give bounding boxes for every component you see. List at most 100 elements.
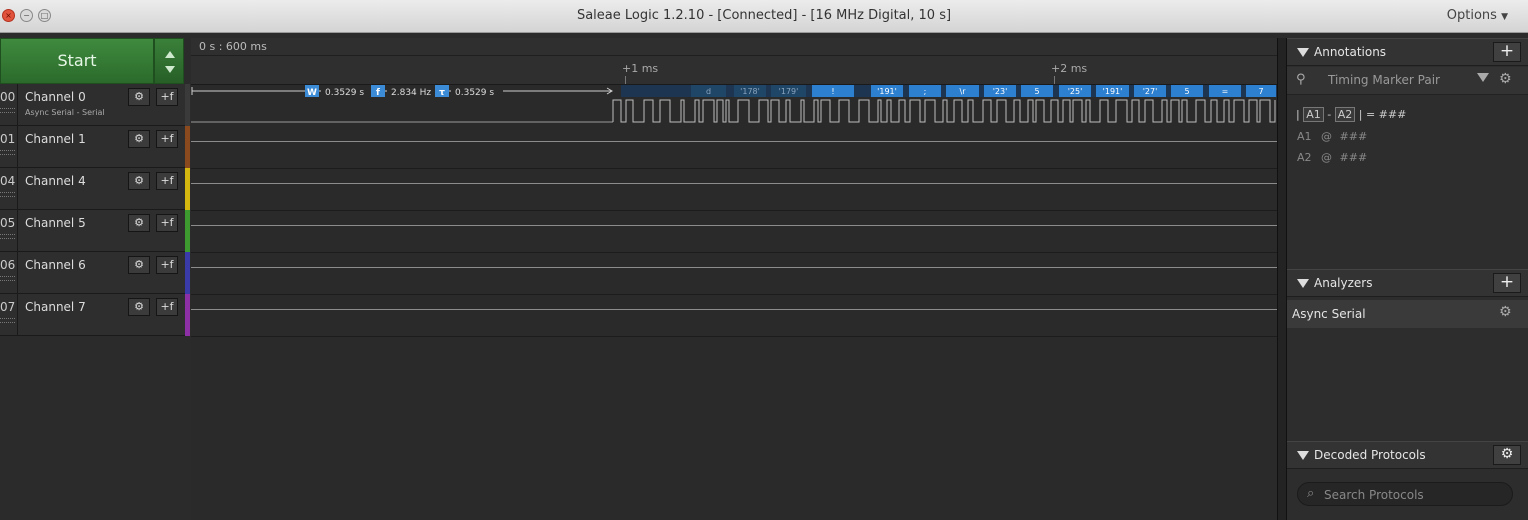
marker-a1-label: A1 [1297,130,1312,143]
panel-splitter[interactable] [1277,38,1287,520]
decoded-byte-label: '191' [877,87,897,96]
decoded-byte-label: '179' [779,87,799,96]
channel-row-6[interactable]: 06 Channel 6 ⚙ +f [0,252,185,294]
decoded-byte-label: '178' [740,87,760,96]
drag-handle-icon[interactable] [0,192,15,197]
channel-name[interactable]: Channel 7 [25,300,86,314]
start-button[interactable]: Start [0,38,154,84]
marker-a2-value: ### [1339,151,1368,164]
marker-pin-icon: ⚲ [1296,72,1306,87]
annotation-formula: | A1 - A2 | = ### [1296,107,1407,122]
analyzer-settings-icon[interactable]: ⚙ [1499,304,1512,320]
search-protocols-input[interactable]: Search Protocols [1324,488,1424,502]
channel-row-0[interactable]: 00 Channel 0 Async Serial - Serial ⚙ +f [0,84,185,126]
trigger-button[interactable]: +f [156,214,178,232]
decoded-byte-label: 5 [1034,87,1039,96]
channel-6-waveform[interactable] [191,253,1277,295]
channel-color-5 [185,210,190,252]
channel-settings-button[interactable]: ⚙ [128,256,150,274]
decoded-protocols-title: Decoded Protocols [1314,448,1426,462]
timing-marker-pair-label: Timing Marker Pair [1328,73,1440,87]
drag-handle-icon[interactable] [0,318,15,323]
formula-result: | = ### [1358,108,1407,121]
channel-4-waveform[interactable] [191,169,1277,211]
decoded-byte-label: '25' [1068,87,1083,96]
channel-settings-button[interactable]: ⚙ [128,88,150,106]
marker-settings-icon[interactable]: ⚙ [1499,71,1512,87]
channel-number: 05 [0,216,16,230]
channel-name[interactable]: Channel 6 [25,258,86,272]
marker-a1-value: ### [1339,130,1368,143]
channel-name[interactable]: Channel 1 [25,132,86,146]
start-options-button[interactable] [154,38,184,84]
channel-color-0 [185,84,190,126]
marker-a2-chip[interactable]: A2 [1334,107,1356,122]
drag-handle-icon[interactable] [0,150,15,155]
arrow-down-icon [165,66,175,73]
channel-name[interactable]: Channel 4 [25,174,86,188]
search-icon: ⌕ [1307,486,1315,501]
trigger-button[interactable]: +f [156,88,178,106]
channel-color-1 [185,126,190,168]
channel-settings-button[interactable]: ⚙ [128,172,150,190]
title-bar: × − □ Saleae Logic 1.2.10 - [Connected] … [0,0,1528,33]
channel-row-4[interactable]: 04 Channel 4 ⚙ +f [0,168,185,210]
time-origin-label: 0 s : 600 ms [199,40,267,53]
collapse-triangle-icon[interactable] [1297,451,1309,460]
decoded-byte-label: \r [960,87,967,96]
decoded-byte-label: d [706,87,711,96]
drag-handle-icon[interactable] [0,234,15,239]
collapse-triangle-icon[interactable] [1297,48,1309,57]
analyzer-item[interactable]: Async Serial ⚙ [1287,300,1528,328]
timing-marker-pair-row[interactable]: ⚲ Timing Marker Pair ⚙ [1287,67,1528,95]
chevron-down-icon[interactable] [1477,73,1489,82]
width-value: 0.3529 s [325,88,364,98]
decoded-byte-label: ! [831,87,834,96]
width-tag-label: W [307,88,317,98]
options-menu[interactable]: Options ▼ [1447,8,1508,23]
annotations-title: Annotations [1314,45,1387,59]
search-protocols-field[interactable]: ⌕ Search Protocols [1297,482,1513,506]
channel-settings-button[interactable]: ⚙ [128,214,150,232]
waveform-area[interactable]: 0 s : 600 ms +1 ms +2 ms W 0.3529 s f 2.834… [191,38,1277,520]
channel-0-waveform[interactable]: W 0.3529 s f 2.834 Hz τ 0.3529 s d '178' '179'! '… [191,85,1277,127]
period-tag-label: τ [439,88,445,98]
channel-number: 06 [0,258,16,272]
trigger-button[interactable]: +f [156,172,178,190]
chevron-down-icon: ▼ [1501,12,1508,22]
channel-5-waveform[interactable] [191,211,1277,253]
drag-handle-icon[interactable] [0,108,15,113]
add-annotation-button[interactable]: + [1493,42,1521,62]
time-ruler[interactable]: 0 s : 600 ms +1 ms +2 ms [191,38,1277,85]
channel-panel: Start 00 Channel 0 Async Serial - Serial… [0,38,185,520]
trigger-button[interactable]: +f [156,256,178,274]
channel-color-7 [185,294,190,336]
time-tick-label: +2 ms [1051,62,1088,75]
channel-7-waveform[interactable] [191,295,1277,337]
channel-1-waveform[interactable] [191,127,1277,169]
channel-settings-button[interactable]: ⚙ [128,298,150,316]
channel-settings-button[interactable]: ⚙ [128,130,150,148]
channel-row-5[interactable]: 05 Channel 5 ⚙ +f [0,210,185,252]
formula-bar: | [1296,108,1300,121]
decoded-protocols-header[interactable]: Decoded Protocols ⚙ [1287,441,1528,469]
channel-row-1[interactable]: 01 Channel 1 ⚙ +f [0,126,185,168]
decoded-protocols-settings-button[interactable]: ⚙ [1493,445,1521,465]
channel-name[interactable]: Channel 5 [25,216,86,230]
decoded-byte-label: = [1222,87,1229,96]
analyzers-header[interactable]: Analyzers + [1287,269,1528,297]
trigger-button[interactable]: +f [156,130,178,148]
channel-analyzer-label: Async Serial - Serial [25,108,105,117]
at-sign: @ [1321,151,1333,164]
marker-a1-chip[interactable]: A1 [1303,107,1324,122]
collapse-triangle-icon[interactable] [1297,279,1309,288]
trigger-button[interactable]: +f [156,298,178,316]
channel-number: 00 [0,90,16,104]
channel-name[interactable]: Channel 0 [25,90,86,104]
add-analyzer-button[interactable]: + [1493,273,1521,293]
options-label: Options [1446,8,1497,23]
side-panel: Annotations + ⚲ Timing Marker Pair ⚙ | A… [1287,38,1528,520]
annotations-header[interactable]: Annotations + [1287,38,1528,66]
drag-handle-icon[interactable] [0,276,15,281]
channel-row-7[interactable]: 07 Channel 7 ⚙ +f [0,294,185,336]
